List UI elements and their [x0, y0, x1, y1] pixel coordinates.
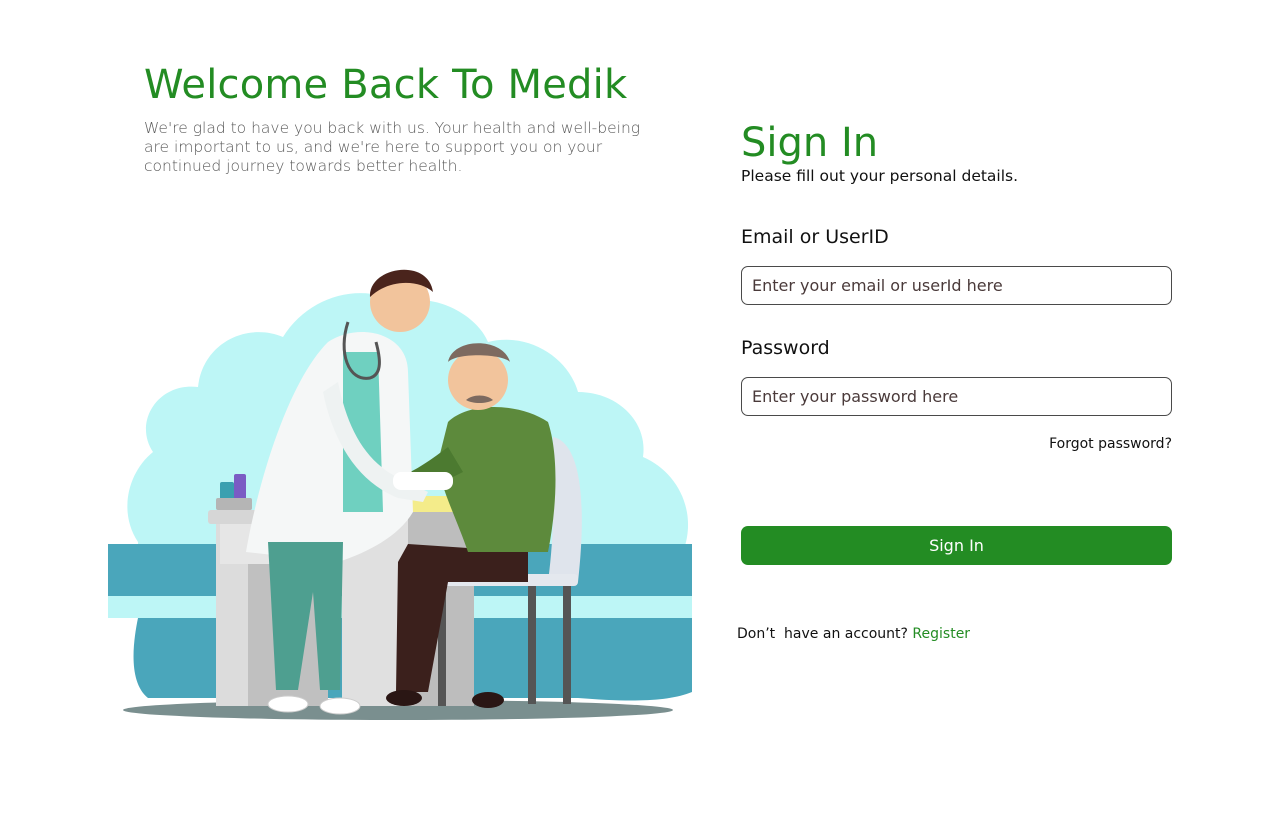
password-field[interactable] — [741, 377, 1172, 416]
doctor-patient-illustration — [108, 269, 692, 720]
patient-bandage — [393, 472, 453, 490]
email-field[interactable] — [741, 266, 1172, 305]
bottle-1 — [220, 482, 234, 500]
email-label: Email or UserID — [741, 226, 889, 248]
chair-leg-3 — [563, 586, 571, 704]
bottle-2 — [234, 474, 246, 500]
no-account-text: Don’t have an account? — [737, 626, 913, 642]
register-prompt: Don’t have an account? Register — [737, 626, 970, 642]
bottle-tray — [216, 498, 252, 510]
welcome-text: We're glad to have you back with us. You… — [144, 119, 641, 175]
login-page: Welcome Back To Medik We're glad to have… — [0, 0, 1280, 832]
password-label: Password — [741, 337, 830, 359]
signin-title: Sign In — [741, 120, 879, 166]
patient-shoe-2 — [472, 692, 504, 708]
welcome-title: Welcome Back To Medik — [144, 62, 628, 108]
patient-shoe-1 — [386, 690, 422, 706]
chair-leg-2 — [528, 586, 536, 704]
sign-in-button[interactable]: Sign In — [741, 526, 1172, 565]
forgot-password-link[interactable]: Forgot password? — [1049, 436, 1172, 452]
register-link[interactable]: Register — [912, 626, 970, 642]
signin-subtitle: Please fill out your personal details. — [741, 167, 1019, 185]
doctor-shoe-1 — [267, 695, 309, 713]
doctor-shoe-2 — [319, 697, 361, 715]
